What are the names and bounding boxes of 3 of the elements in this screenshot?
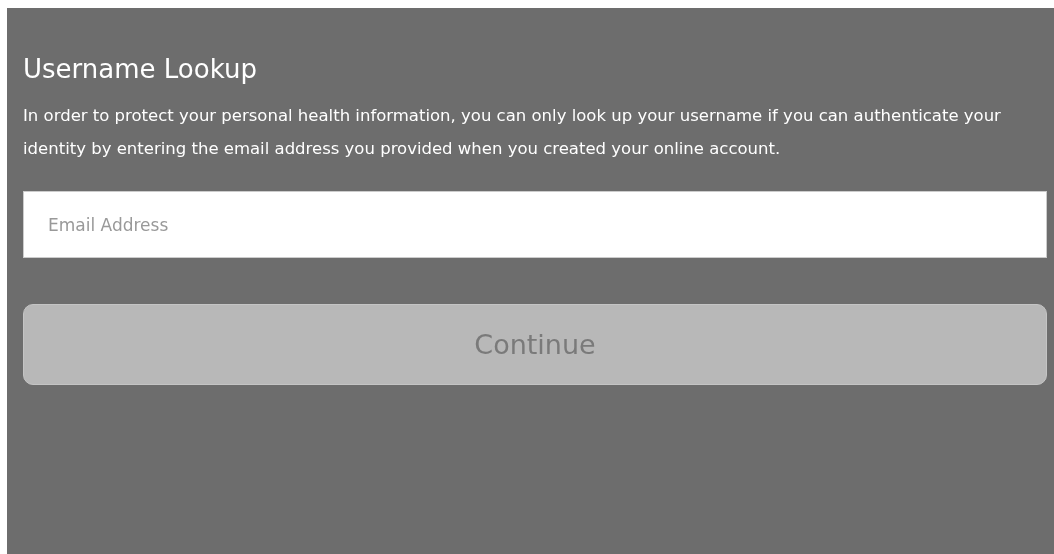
email-field[interactable]: Email Address [23,191,1047,258]
page-title: Username Lookup [23,53,258,86]
description-text: In order to protect your personal health information, you can only look up your username if you can authenticate your identity by entering the email address you provided when you created your online account. [23,105,1002,160]
